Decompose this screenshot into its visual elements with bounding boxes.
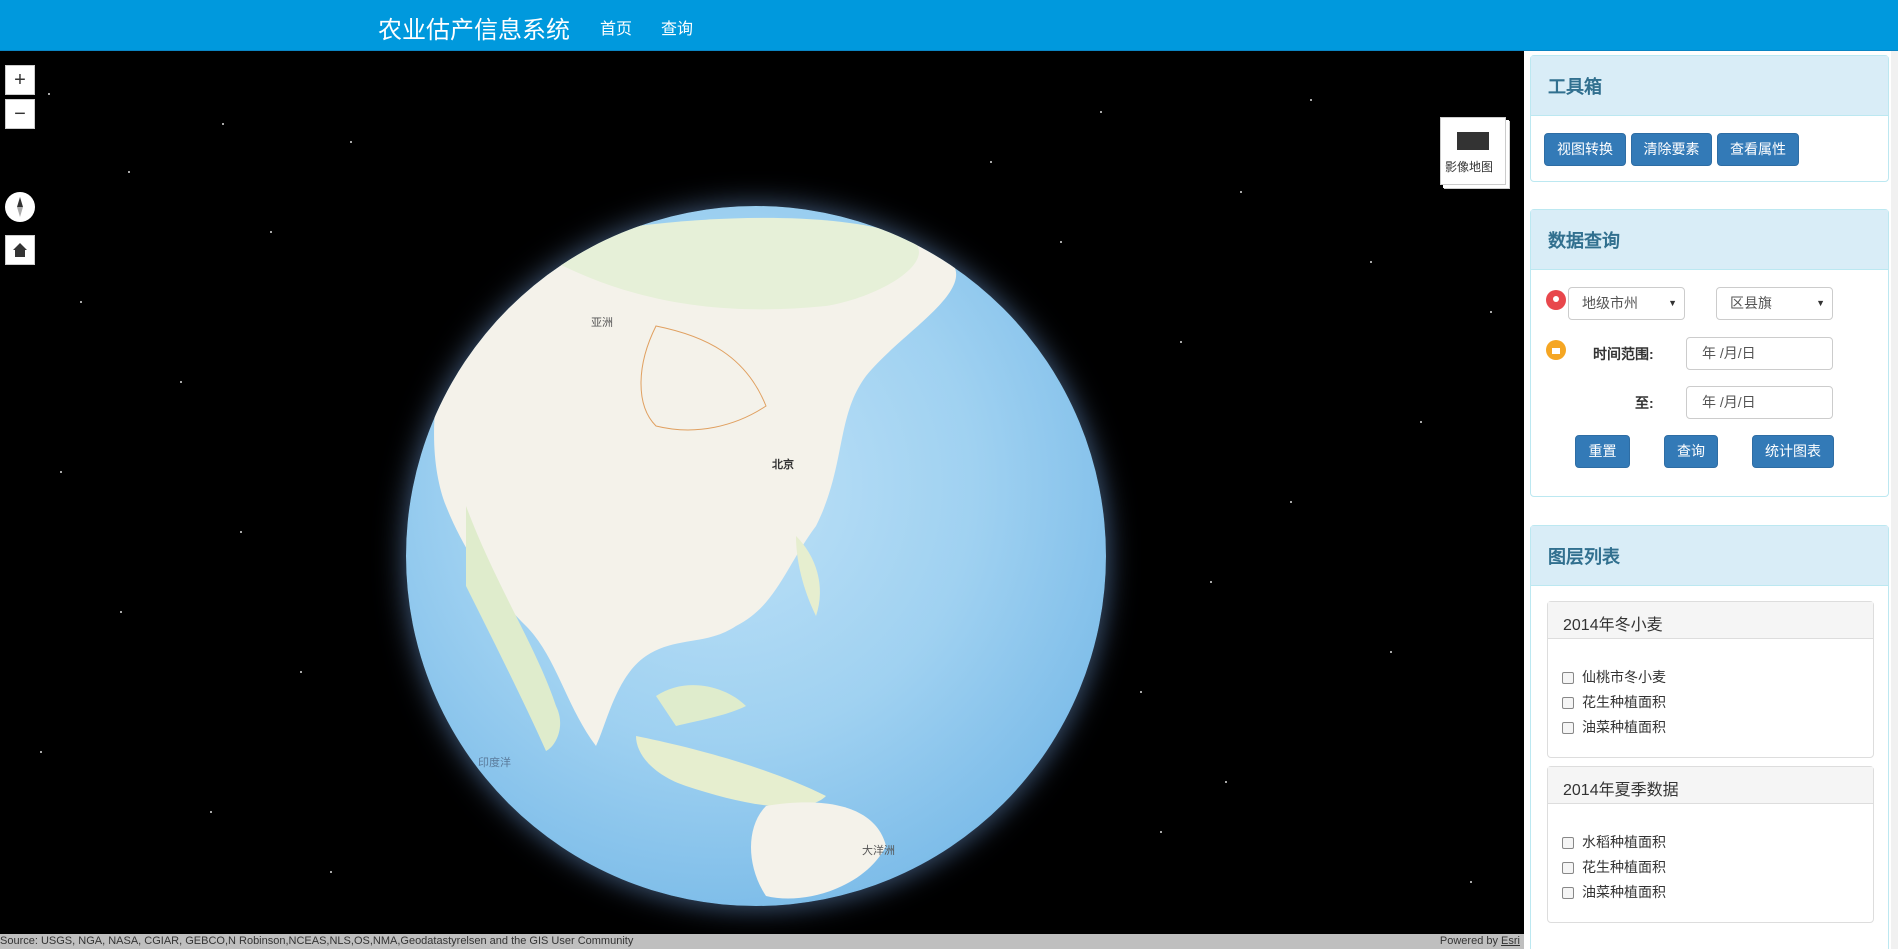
basemap-toggle[interactable]: 影像地图 <box>1440 117 1506 185</box>
calendar-icon <box>1546 340 1566 360</box>
label-oceania: 大洋洲 <box>862 845 895 857</box>
layers-panel: 图层列表 2014年冬小麦 仙桃市冬小麦 花生种植面积 油菜种植面积 2014年… <box>1530 525 1889 949</box>
sidebar-scrollbar[interactable] <box>1891 51 1898 949</box>
layer-checkbox[interactable] <box>1562 697 1574 709</box>
nav-query[interactable]: 查询 <box>661 15 693 39</box>
sidebar: 工具箱 视图转换 清除要素 查看属性 数据查询 地级市州 ▼ 区县旗 ▼ 时间范… <box>1524 51 1898 949</box>
powered-by: Powered by Esri <box>1440 934 1520 949</box>
layer-checkbox[interactable] <box>1562 837 1574 849</box>
map-attribution: Source: USGS, NGA, NASA, CGIAR, GEBCO,N … <box>0 934 1524 949</box>
layer-group-summer-data: 2014年夏季数据 水稻种植面积 花生种植面积 油菜种植面积 <box>1547 766 1874 923</box>
chevron-down-icon: ▼ <box>1816 298 1825 308</box>
zoom-in-button[interactable]: + <box>5 65 35 95</box>
start-date-input[interactable]: 年 /月/日 <box>1686 337 1833 370</box>
globe[interactable]: 亚洲 北京 印度洋 大洋洲 <box>406 206 1106 906</box>
layer-group-winter-wheat: 2014年冬小麦 仙桃市冬小麦 花生种植面积 油菜种植面积 <box>1547 601 1874 758</box>
layer-checkbox[interactable] <box>1562 722 1574 734</box>
layer-group-title[interactable]: 2014年冬小麦 <box>1548 602 1873 639</box>
label-indian-ocean: 印度洋 <box>478 757 511 769</box>
county-select[interactable]: 区县旗 ▼ <box>1716 287 1833 320</box>
app-title[interactable]: 农业估产信息系统 <box>378 10 570 45</box>
map-view[interactable]: 亚洲 北京 印度洋 大洋洲 + − 影像地图 <box>0 51 1524 949</box>
layer-group-title[interactable]: 2014年夏季数据 <box>1548 767 1873 804</box>
label-beijing: 北京 <box>772 459 794 471</box>
county-select-value: 区县旗 <box>1730 295 1772 311</box>
statistics-chart-button[interactable]: 统计图表 <box>1752 435 1834 468</box>
basemap-thumbnail <box>1457 132 1489 150</box>
layer-label: 油菜种植面积 <box>1582 884 1666 900</box>
top-navbar: 农业估产信息系统 首页 查询 <box>0 0 1898 51</box>
view-switch-button[interactable]: 视图转换 <box>1544 133 1626 166</box>
layers-title: 图层列表 <box>1531 526 1888 586</box>
home-icon[interactable] <box>5 235 35 265</box>
nav-home[interactable]: 首页 <box>600 15 632 39</box>
clear-features-button[interactable]: 清除要素 <box>1631 133 1712 166</box>
layer-checkbox[interactable] <box>1562 862 1574 874</box>
toolbox-title: 工具箱 <box>1531 56 1888 116</box>
layer-label: 花生种植面积 <box>1582 859 1666 875</box>
query-button[interactable]: 查询 <box>1664 435 1718 468</box>
chevron-down-icon: ▼ <box>1668 298 1677 308</box>
layer-label: 油菜种植面积 <box>1582 719 1666 735</box>
query-panel: 数据查询 地级市州 ▼ 区县旗 ▼ 时间范围: 年 /月/日 至: 年 /月/日… <box>1530 209 1889 497</box>
label-asia: 亚洲 <box>591 317 613 329</box>
powered-by-text: Powered by <box>1439 935 1502 947</box>
city-select[interactable]: 地级市州 ▼ <box>1568 287 1685 320</box>
globe-landmass <box>434 217 957 899</box>
layer-label: 花生种植面积 <box>1582 694 1666 710</box>
city-select-value: 地级市州 <box>1582 295 1638 311</box>
layer-label: 水稻种植面积 <box>1582 834 1666 850</box>
layer-label: 仙桃市冬小麦 <box>1582 669 1666 685</box>
compass-icon[interactable] <box>5 192 35 222</box>
view-attributes-button[interactable]: 查看属性 <box>1717 133 1799 166</box>
layer-checkbox[interactable] <box>1562 672 1574 684</box>
toolbox-panel: 工具箱 视图转换 清除要素 查看属性 <box>1530 55 1889 182</box>
query-title: 数据查询 <box>1531 210 1888 270</box>
time-range-label: 时间范围: <box>1593 346 1654 362</box>
location-pin-icon <box>1546 290 1566 310</box>
esri-link[interactable]: Esri <box>1501 935 1520 947</box>
reset-button[interactable]: 重置 <box>1575 435 1630 468</box>
zoom-out-button[interactable]: − <box>5 99 35 129</box>
layer-checkbox[interactable] <box>1562 887 1574 899</box>
attribution-text: Source: USGS, NGA, NASA, CGIAR, GEBCO,N … <box>0 935 634 947</box>
end-date-input[interactable]: 年 /月/日 <box>1686 386 1833 419</box>
to-label: 至: <box>1635 395 1654 411</box>
basemap-label: 影像地图 <box>1445 160 1494 174</box>
